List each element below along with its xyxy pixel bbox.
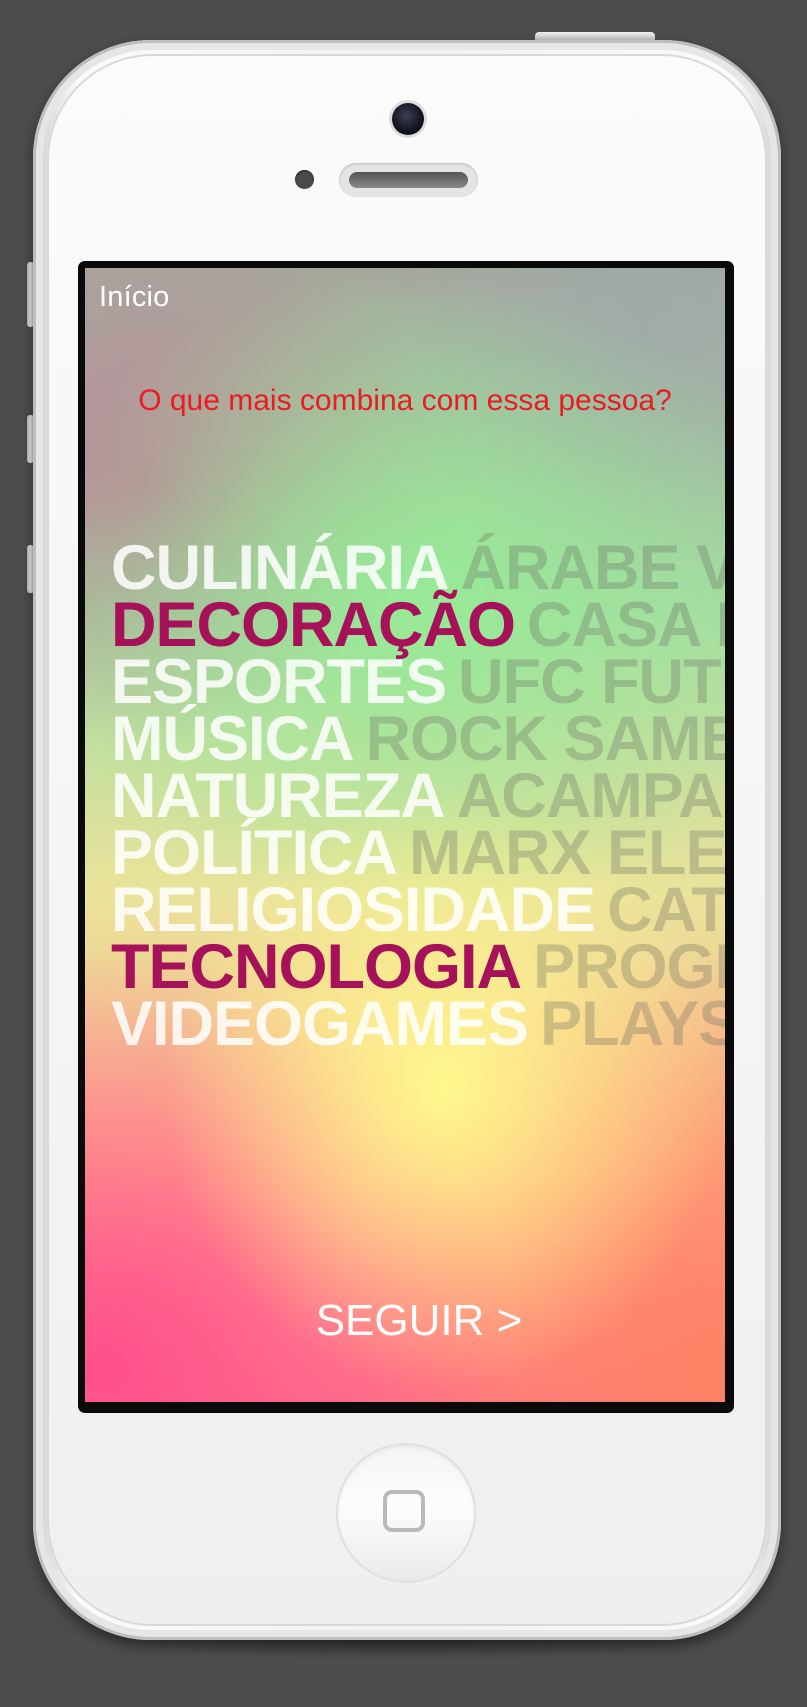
- category-row: VIDEOGAMES PLAYS: [111, 993, 725, 1056]
- proximity-sensor-icon: [295, 170, 314, 189]
- category-tag[interactable]: TECNOLOGIA: [111, 936, 522, 999]
- home-square-icon: [383, 1490, 425, 1532]
- category-tag[interactable]: NATUREZA: [111, 765, 446, 828]
- subcategory-tags[interactable]: ÁRABE V: [460, 537, 725, 600]
- category-row: NATUREZA ACAMPA: [111, 765, 725, 828]
- category-tag[interactable]: CULINÁRIA: [111, 537, 449, 600]
- subcategory-tags[interactable]: ACAMPA: [457, 765, 724, 828]
- category-tag[interactable]: DECORAÇÃO: [111, 594, 516, 657]
- interest-tag-list: CULINÁRIAÁRABE VDECORAÇÃOCASA EESPORTESU…: [111, 537, 726, 1056]
- category-row: MÚSICA ROCK SAMB: [111, 708, 726, 771]
- category-row: POLÍTICA MARX ELEI: [111, 822, 725, 885]
- category-tag[interactable]: ESPORTES: [111, 651, 447, 714]
- question-text: O que mais combina com essa pessoa?: [138, 384, 672, 417]
- category-row: CULINÁRIA ÁRABE V: [111, 537, 725, 600]
- subcategory-tags[interactable]: ROCK SAMB: [366, 708, 726, 771]
- category-row: TECNOLOGIAPROGR: [111, 936, 725, 999]
- category-tag[interactable]: RELIGIOSIDADE: [111, 879, 596, 942]
- category-row: DECORAÇÃOCASA E: [111, 594, 725, 657]
- category-row: ESPORTESUFC FUTE: [111, 651, 725, 714]
- subcategory-tags[interactable]: CASA E: [527, 594, 725, 657]
- app-screen: Início O que mais combina com essa pesso…: [85, 268, 725, 1402]
- subcategory-tags[interactable]: MARX ELEI: [409, 822, 725, 885]
- subcategory-tags[interactable]: PROGR: [533, 936, 725, 999]
- subcategory-tags[interactable]: PLAYS: [540, 993, 725, 1056]
- earpiece-icon: [339, 163, 478, 197]
- category-tag[interactable]: MÚSICA: [111, 708, 354, 771]
- subcategory-tags[interactable]: CAT: [607, 879, 725, 942]
- front-camera-icon: [392, 103, 424, 135]
- home-button[interactable]: [336, 1443, 476, 1583]
- category-tag[interactable]: POLÍTICA: [111, 822, 398, 885]
- category-row: RELIGIOSIDADE CAT: [111, 879, 725, 942]
- page-title[interactable]: Início: [99, 281, 170, 314]
- category-tag[interactable]: VIDEOGAMES: [111, 993, 529, 1056]
- next-button[interactable]: SEGUIR >: [85, 1296, 725, 1346]
- subcategory-tags[interactable]: UFC FUTE: [458, 651, 725, 714]
